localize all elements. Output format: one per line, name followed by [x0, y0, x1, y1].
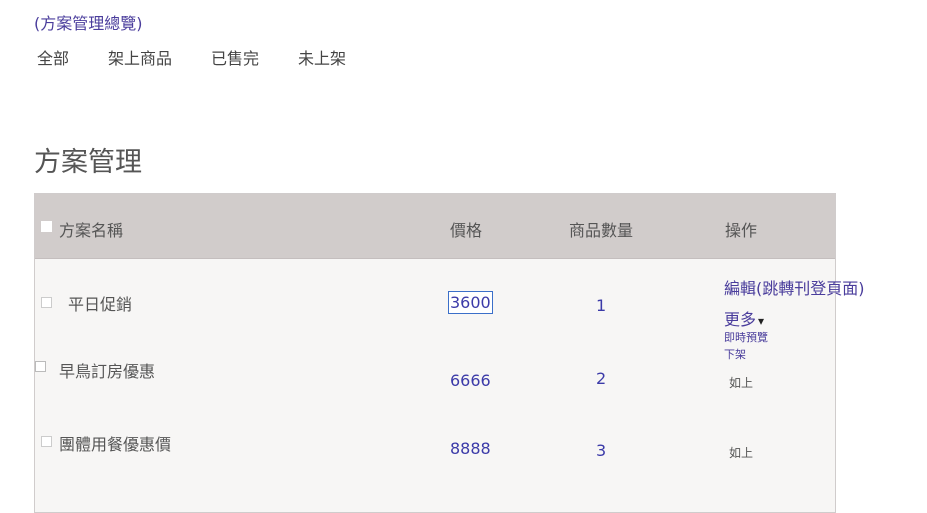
plan-price: 6666 [450, 371, 491, 390]
edit-link[interactable]: 編輯(跳轉刊登頁面) [724, 275, 865, 299]
caret-down-icon: ▾ [758, 314, 765, 328]
page-title: 方案管理 [34, 147, 142, 178]
ops-same-as-above: 如上 [729, 376, 754, 390]
table-header: 方案名稱 價格 商品數量 操作 [35, 194, 835, 259]
header-qty: 商品數量 [569, 221, 634, 240]
plan-name: 早鳥訂房優惠 [59, 362, 156, 381]
row-checkbox[interactable] [41, 436, 52, 447]
row-checkbox[interactable] [41, 297, 52, 308]
header-name: 方案名稱 [59, 221, 124, 240]
more-label: 更多 [724, 310, 757, 329]
plan-qty: 2 [596, 369, 607, 388]
plan-qty: 1 [596, 296, 607, 315]
header-price: 價格 [450, 221, 483, 240]
ops-same-as-above: 如上 [729, 446, 754, 460]
filter-tab-sold-out[interactable]: 已售完 [211, 45, 259, 69]
row-checkbox[interactable] [35, 361, 46, 372]
plan-table: 方案名稱 價格 商品數量 操作 平日促銷 3600 1 早鳥訂房優惠 6666 … [34, 193, 836, 513]
header-ops: 操作 [725, 221, 758, 240]
plan-price[interactable]: 3600 [448, 291, 493, 314]
breadcrumb[interactable]: (方案管理總覽) [34, 10, 143, 34]
filter-tab-on-shelf[interactable]: 架上商品 [108, 45, 172, 69]
unlist-link[interactable]: 下架 [724, 346, 746, 362]
filter-tabs: 全部 架上商品 已售完 未上架 [37, 45, 385, 69]
more-dropdown[interactable]: 更多 ▾ [724, 306, 764, 330]
select-all-checkbox[interactable] [41, 221, 52, 232]
plan-qty: 3 [596, 441, 607, 460]
preview-link[interactable]: 即時預覽 [724, 329, 768, 345]
filter-tab-all[interactable]: 全部 [37, 45, 69, 69]
plan-name: 團體用餐優惠價 [59, 435, 172, 454]
plan-price: 8888 [450, 439, 491, 458]
filter-tab-unlisted[interactable]: 未上架 [298, 45, 346, 69]
plan-name: 平日促銷 [68, 295, 133, 314]
